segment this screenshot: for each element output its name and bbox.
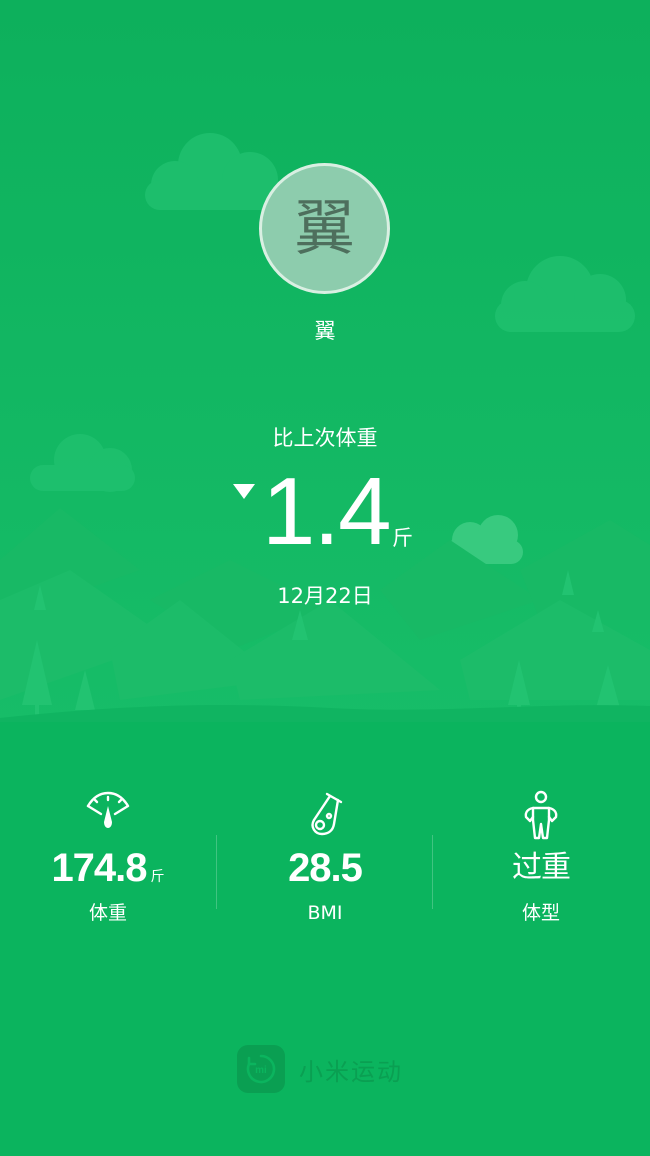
landscape-background bbox=[0, 0, 650, 730]
brand-name: 小米运动 bbox=[299, 1057, 403, 1086]
weight-change-value: 1.4 bbox=[262, 458, 391, 565]
measurement-date: 12月22日 bbox=[277, 584, 373, 608]
weight-change-unit: 斤 bbox=[392, 526, 413, 550]
weight-value: 174.8 bbox=[51, 846, 147, 890]
mi-fit-logo-mark: mi bbox=[246, 1054, 276, 1084]
bmi-label: BMI bbox=[307, 902, 343, 924]
avatar-initial: 翼 bbox=[294, 193, 355, 264]
app-brand: mi 小米运动 bbox=[237, 1045, 403, 1093]
user-name: 翼 bbox=[314, 319, 336, 343]
body-type-value: 过重 bbox=[512, 850, 571, 885]
bmi-value: 28.5 bbox=[288, 846, 363, 890]
weight-label: 体重 bbox=[88, 902, 127, 924]
user-avatar[interactable]: 翼 bbox=[259, 163, 390, 294]
down-triangle-icon bbox=[233, 484, 255, 499]
bmi-flask-icon bbox=[311, 792, 343, 836]
body-type-value-line: 过重 bbox=[433, 842, 649, 894]
bmi-value-line: 28.5 bbox=[217, 842, 433, 894]
body-type-label: 体型 bbox=[521, 902, 560, 924]
scale-icon bbox=[86, 791, 130, 828]
weight-value-line: 174.8 斤 bbox=[0, 842, 216, 894]
weight-change-readout: 1.4 斤 bbox=[0, 462, 650, 562]
mi-logo-text: mi bbox=[255, 1065, 267, 1076]
mi-fit-logo-icon: mi bbox=[237, 1045, 285, 1093]
weight-compare-label: 比上次体重 bbox=[272, 426, 378, 450]
weight-unit: 斤 bbox=[150, 869, 165, 885]
body-figure-icon bbox=[524, 790, 558, 840]
stat-bmi[interactable]: 28.5 BMI bbox=[217, 790, 433, 940]
stat-weight[interactable]: 174.8 斤 体重 bbox=[0, 790, 216, 940]
stat-body-type[interactable]: 过重 体型 bbox=[433, 790, 649, 940]
